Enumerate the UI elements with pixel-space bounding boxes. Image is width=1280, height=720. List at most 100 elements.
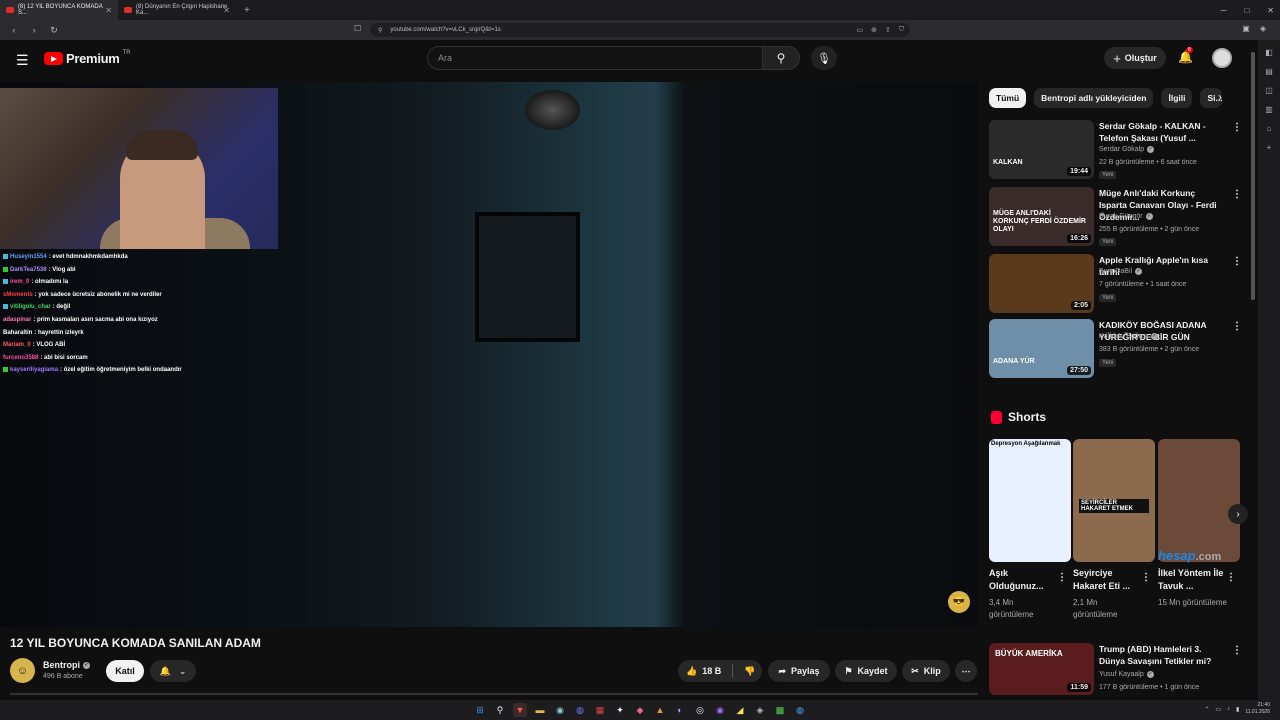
- app-icon[interactable]: ◆: [633, 703, 647, 717]
- search-icon[interactable]: ⚲: [493, 703, 507, 717]
- filter-chip[interactable]: Tümü: [989, 88, 1027, 108]
- url-field[interactable]: ⚲ youtube.com/watch?v=vLCk_srqirQ&t=1s ▭…: [370, 23, 910, 37]
- wallet-icon[interactable]: ◈: [1260, 24, 1266, 33]
- search-button[interactable]: ⚲: [762, 46, 800, 70]
- short-title[interactable]: İlkel Yöntem İle Tavuk ...: [1158, 567, 1228, 593]
- app-icon[interactable]: ◉: [713, 703, 727, 717]
- more-icon[interactable]: ⋮: [1226, 572, 1236, 583]
- add-panel-icon[interactable]: +: [1267, 143, 1272, 152]
- video-thumbnail[interactable]: MÜGE ANLI'DAKİ KORKUNÇ FERDİ ÖZDEMİR OLA…: [989, 187, 1094, 246]
- join-button[interactable]: Katıl: [106, 660, 144, 682]
- search-input[interactable]: Ara: [427, 46, 763, 70]
- tab-close-icon[interactable]: ✕: [223, 6, 230, 15]
- short-title[interactable]: Seyirciye Hakaret Eti ...: [1073, 567, 1143, 593]
- discord-icon[interactable]: ◍: [573, 703, 587, 717]
- app-icon[interactable]: ◍: [793, 703, 807, 717]
- dislike-button[interactable]: 👎: [744, 666, 755, 677]
- battery-icon[interactable]: ▮: [1236, 706, 1239, 713]
- maximize-icon[interactable]: □: [1244, 6, 1249, 15]
- recommendation-item[interactable]: BÜYÜK AMERİKA 11:59 Trump (ABD) Hamleler…: [989, 643, 1242, 703]
- shield-icon[interactable]: ⛉: [899, 26, 904, 34]
- channel-watermark-icon[interactable]: 😎: [948, 591, 970, 613]
- browser-tab-active[interactable]: (8) 12 YIL BOYUNCA KOMADA S... ✕: [0, 0, 118, 20]
- site-info-icon[interactable]: ⚲: [378, 27, 382, 34]
- tab-close-icon[interactable]: ✕: [105, 6, 112, 15]
- channel-name-row[interactable]: Bentropi ✓: [43, 660, 90, 670]
- voice-search-button[interactable]: 🎙: [811, 46, 837, 70]
- app-icon[interactable]: ◢: [733, 703, 747, 717]
- more-icon[interactable]: ⋮: [1232, 189, 1242, 200]
- obs-icon[interactable]: ◐: [673, 703, 687, 717]
- app-icon[interactable]: ✦: [613, 703, 627, 717]
- more-icon[interactable]: ⋮: [1141, 572, 1151, 583]
- bookmark-icon[interactable]: ☐: [354, 24, 361, 33]
- reload-icon[interactable]: ↻: [48, 25, 60, 36]
- short-thumbnail[interactable]: SEYİRCİLER HAKARET ETMEK: [1073, 439, 1155, 562]
- youtube-premium-logo[interactable]: Premium TR: [44, 50, 131, 66]
- video-thumbnail[interactable]: KALKAN 19:44: [989, 120, 1094, 179]
- zoom-icon[interactable]: ⊕: [871, 26, 877, 34]
- short-thumbnail[interactable]: [1158, 439, 1240, 562]
- network-icon[interactable]: ▭: [1215, 706, 1221, 713]
- channel-avatar[interactable]: ☺: [10, 658, 35, 683]
- extension-icon[interactable]: ▣: [1242, 24, 1250, 33]
- chevron-up-icon[interactable]: ⌃: [1204, 706, 1209, 713]
- recommendation-item[interactable]: MÜGE ANLI'DAKİ KORKUNÇ FERDİ ÖZDEMİR OLA…: [989, 187, 1242, 247]
- app-icon[interactable]: ▲: [653, 703, 667, 717]
- filter-chip[interactable]: Bentropi adlı yükleyiciden: [1034, 88, 1154, 108]
- more-icon[interactable]: ⋮: [1232, 122, 1242, 133]
- volume-icon[interactable]: ♪: [1227, 706, 1230, 712]
- clip-button[interactable]: ✂ Klip: [902, 660, 950, 682]
- video-thumbnail[interactable]: ADANA YÜR 27:50: [989, 319, 1094, 378]
- clock[interactable]: 21:40 11.01.2026: [1245, 702, 1270, 716]
- filter-chip[interactable]: İlgili: [1161, 88, 1193, 108]
- more-icon[interactable]: ⋮: [1232, 645, 1242, 656]
- new-tab-icon[interactable]: +: [236, 5, 258, 16]
- short-thumbnail[interactable]: Depresyon Aşağılanmak: [989, 439, 1071, 562]
- app-icon[interactable]: ◈: [753, 703, 767, 717]
- forward-icon[interactable]: ›: [28, 25, 40, 35]
- account-avatar[interactable]: [1212, 48, 1232, 68]
- side-panel-icon[interactable]: ◧: [1265, 48, 1273, 57]
- subscription-bell-button[interactable]: 🔔 ⌄: [150, 660, 196, 682]
- side-panel-icon[interactable]: ▤: [1265, 67, 1273, 76]
- menu-icon[interactable]: ☰: [16, 52, 29, 69]
- video-thumbnail[interactable]: BÜYÜK AMERİKA 11:59: [989, 643, 1094, 695]
- folder-icon[interactable]: ▬: [533, 703, 547, 717]
- short-title[interactable]: Aşık Olduğunuz...: [989, 567, 1059, 593]
- share-button[interactable]: ➦ Paylaş: [768, 660, 830, 682]
- app-icon[interactable]: ▦: [593, 703, 607, 717]
- side-panel-icon[interactable]: ⌂: [1267, 124, 1272, 133]
- steam-icon[interactable]: ◉: [553, 703, 567, 717]
- scrollbar[interactable]: [1250, 44, 1256, 692]
- share-page-icon[interactable]: ⇪: [885, 26, 891, 34]
- side-panel-icon[interactable]: ◫: [1265, 86, 1273, 95]
- video-title[interactable]: Serdar Gökalp - KALKAN - Telefon Şakası …: [1099, 120, 1219, 144]
- close-window-icon[interactable]: ✕: [1267, 6, 1274, 15]
- brave-browser-icon[interactable]: ▼: [513, 703, 527, 717]
- cast-icon[interactable]: ▭: [856, 26, 863, 34]
- save-button[interactable]: ⚑ Kaydet: [835, 660, 897, 682]
- more-icon[interactable]: ⋮: [1057, 572, 1067, 583]
- like-button[interactable]: 👍 18 B: [686, 666, 721, 677]
- video-thumbnail[interactable]: 2:05: [989, 254, 1094, 313]
- recommendation-item[interactable]: ADANA YÜR 27:50 KADIKÖY BOĞASI ADANA YÜREĞ…: [989, 319, 1242, 379]
- recommendation-item[interactable]: 2:05 Apple Krallığı Apple'ın kısa tarihi B…: [989, 254, 1242, 314]
- notifications-button[interactable]: 🔔 8: [1178, 47, 1193, 64]
- scrollbar-thumb[interactable]: [1251, 52, 1255, 300]
- more-icon[interactable]: ⋮: [1232, 321, 1242, 332]
- chevron-right-icon[interactable]: ›: [1218, 90, 1222, 104]
- shorts-next-button[interactable]: ›: [1228, 504, 1248, 524]
- minecraft-icon[interactable]: ▩: [773, 703, 787, 717]
- minimize-icon[interactable]: ─: [1221, 6, 1227, 15]
- app-icon[interactable]: ◎: [693, 703, 707, 717]
- browser-tab[interactable]: (8) Dünyanın En Çılgın Hapishane Ka... ✕: [118, 0, 236, 20]
- windows-start-icon[interactable]: ⊞: [473, 703, 487, 717]
- more-actions-button[interactable]: ⋯: [955, 660, 977, 682]
- back-icon[interactable]: ‹: [8, 25, 20, 35]
- video-title[interactable]: Trump (ABD) Hamleleri 3. Dünya Savaşını …: [1099, 643, 1219, 667]
- side-panel-icon[interactable]: ▥: [1265, 105, 1273, 114]
- create-button[interactable]: + Oluştur: [1104, 47, 1166, 69]
- recommendation-item[interactable]: KALKAN 19:44 Serdar Gökalp - KALKAN - Tele…: [989, 120, 1242, 180]
- more-icon[interactable]: ⋮: [1232, 256, 1242, 267]
